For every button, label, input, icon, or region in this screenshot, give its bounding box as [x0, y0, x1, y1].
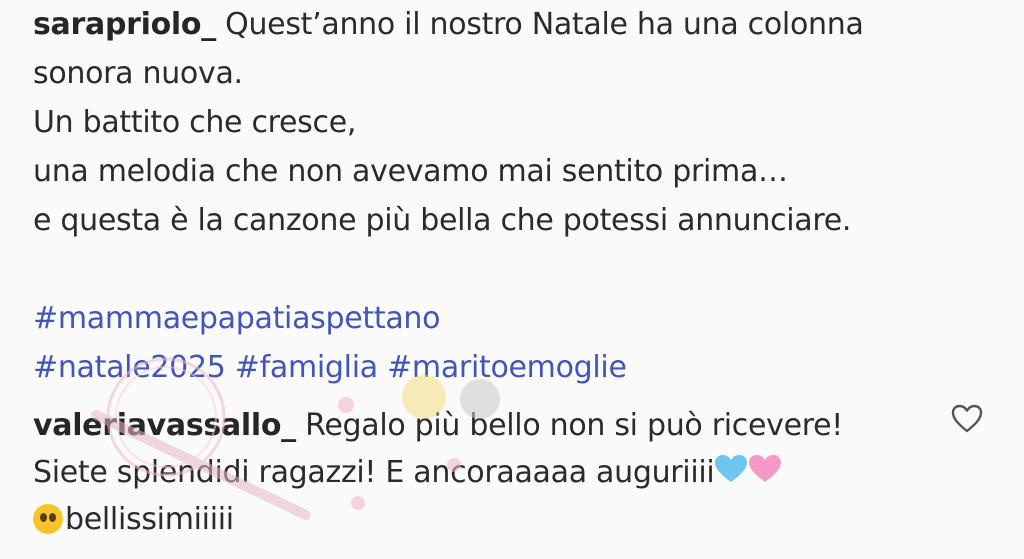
hashtag-link[interactable]: #mammaepapatiaspettano	[33, 301, 440, 336]
comment: valeriavassallo_ Regalo più bello non si…	[33, 402, 933, 543]
caption-line: sarapriolo_ Quest’anno il nostro Natale …	[33, 0, 993, 49]
comment-text: Siete splendidi ragazzi! E ancoraaaaa au…	[33, 455, 715, 490]
hashtag-link[interactable]: #famiglia	[235, 350, 378, 385]
post-username[interactable]: sarapriolo_	[33, 7, 216, 42]
hashtag-line: #mammaepapatiaspettano	[33, 294, 993, 343]
comment-line: bellissimiiiii	[33, 496, 933, 543]
comment-username[interactable]: valeriavassallo_	[33, 408, 296, 443]
hashtag-line: #natale2025 #famiglia #maritoemoglie	[33, 343, 993, 392]
caption-line: sonora nuova.	[33, 56, 243, 91]
comment-line: Siete splendidi ragazzi! E ancoraaaaa au…	[33, 449, 933, 496]
pink-heart-icon	[748, 454, 782, 489]
caption-line: una melodia che non avevamo mai sentito …	[33, 154, 788, 189]
caption-text: Quest’anno il nostro Natale ha una colon…	[225, 7, 864, 42]
pleading-face-icon	[33, 504, 63, 534]
post-caption: sarapriolo_ Quest’anno il nostro Natale …	[33, 0, 993, 392]
comment-line: valeriavassallo_ Regalo più bello non si…	[33, 402, 933, 449]
caption-line: e questa è la canzone più bella che pote…	[33, 203, 852, 238]
caption-line: Un battito che cresce,	[33, 105, 357, 140]
comment-text: Regalo più bello non si può ricevere!	[305, 408, 843, 443]
hashtag-link[interactable]: #natale2025	[33, 350, 226, 385]
heart-outline-icon[interactable]	[950, 402, 984, 436]
blue-heart-icon	[714, 454, 748, 489]
hashtag-link[interactable]: #maritoemoglie	[387, 350, 627, 385]
comment-text: bellissimiiiii	[65, 502, 234, 537]
